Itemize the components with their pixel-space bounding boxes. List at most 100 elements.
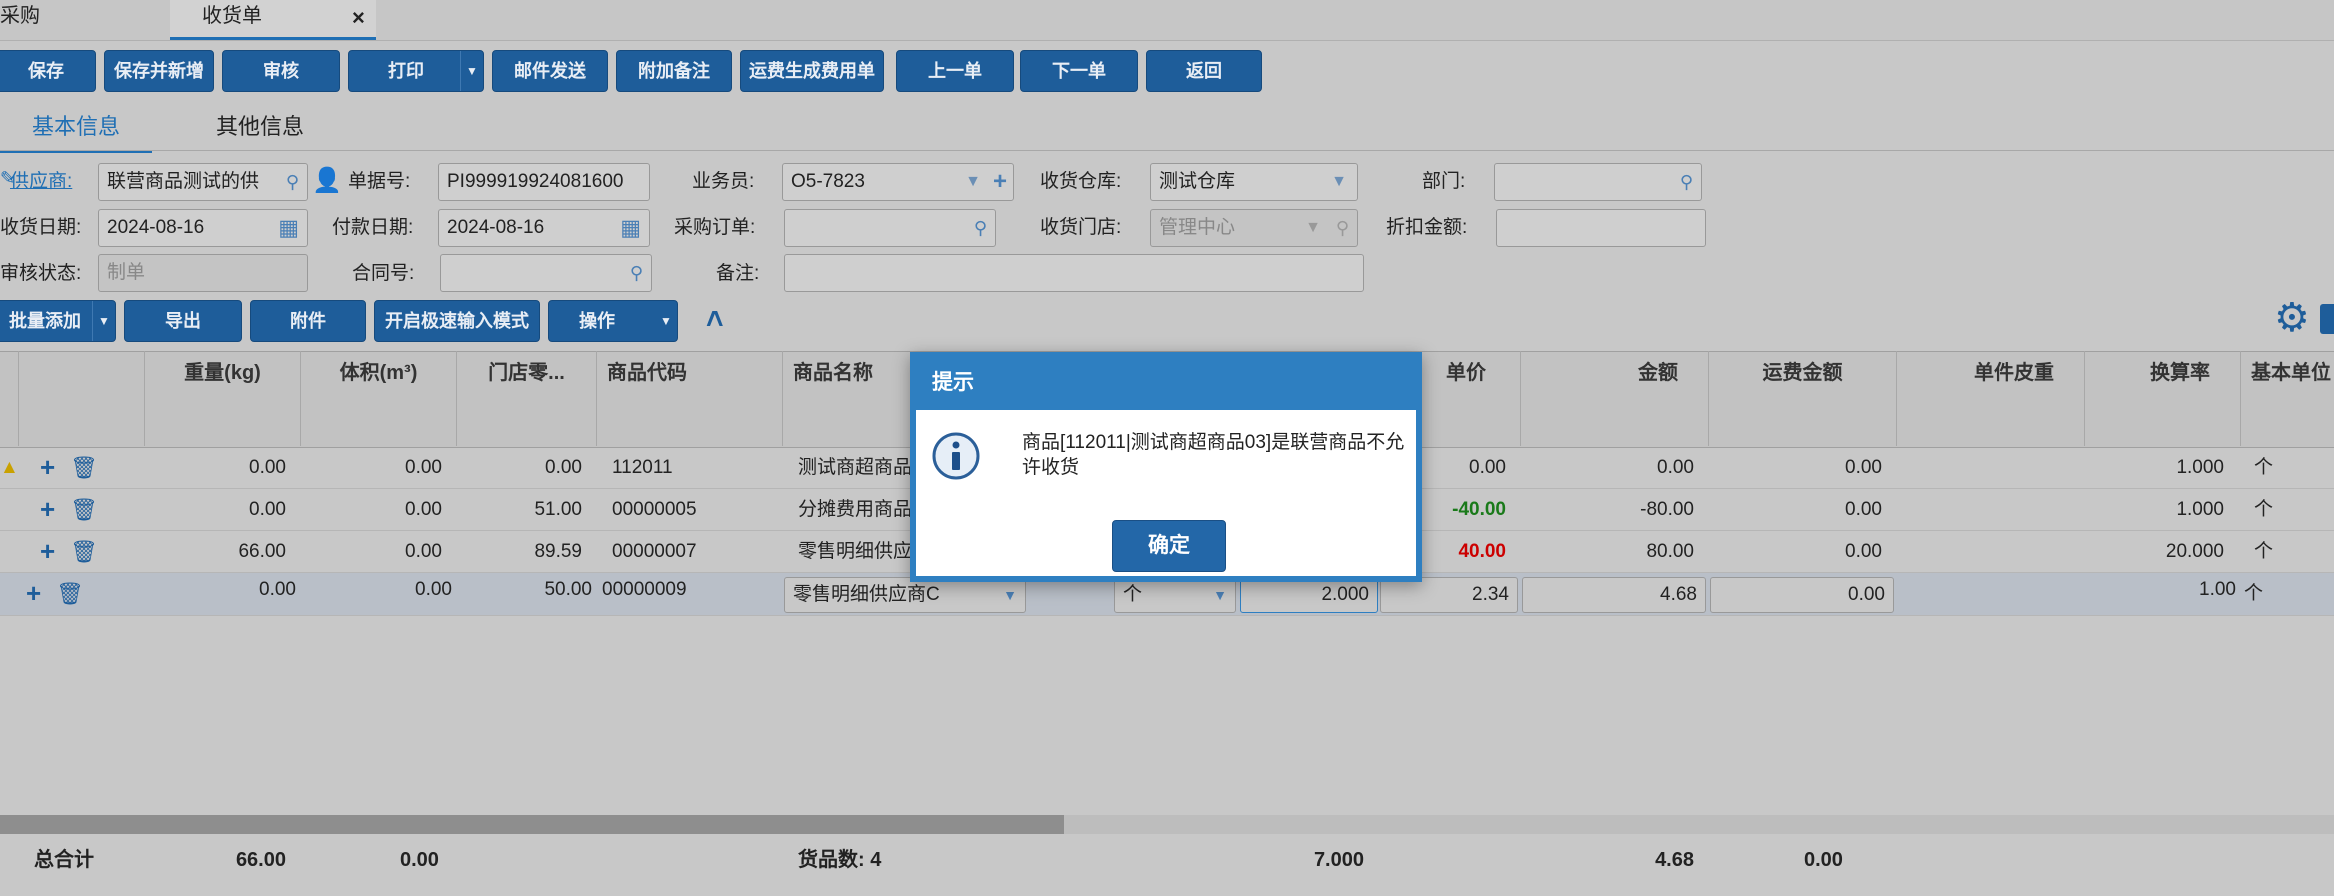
supplier-select[interactable]: 零售明细供应商C ▼ xyxy=(784,577,1026,613)
cell-amount: 80.00 xyxy=(1646,541,1694,562)
save-new-button[interactable]: 保存并新增 xyxy=(104,50,214,92)
gear-icon[interactable]: ⚙ xyxy=(2274,296,2310,340)
supplier-input[interactable]: 联营商品测试的供 ⚲ xyxy=(98,163,308,201)
attachment-button[interactable]: 附件 xyxy=(250,300,366,342)
freight-input[interactable]: 0.00 xyxy=(1710,577,1894,613)
column-price[interactable]: 单价 xyxy=(1422,351,1520,446)
warehouse-select[interactable]: 测试仓库 ▼ xyxy=(1150,163,1358,201)
prev-button[interactable]: 上一单 xyxy=(896,50,1014,92)
cell-volume[interactable]: 0.00 xyxy=(300,573,452,607)
unit-select[interactable]: 个 ▼ xyxy=(1114,577,1236,613)
price-input[interactable]: 2.34 xyxy=(1380,577,1518,613)
cell-store-retail: 51.00 xyxy=(534,499,582,520)
next-button[interactable]: 下一单 xyxy=(1020,50,1138,92)
attach-note-button[interactable]: 附加备注 xyxy=(616,50,732,92)
amount-input[interactable]: 4.68 xyxy=(1522,577,1706,613)
tab-purchase-label: 采购 xyxy=(0,5,40,27)
column-unit[interactable]: 基本单位 xyxy=(2240,351,2334,446)
qty-input[interactable]: 2.000 xyxy=(1240,577,1378,613)
po-input[interactable]: ⚲ xyxy=(784,209,996,247)
cell-freight: 0.00 xyxy=(1845,541,1882,562)
add-row-icon[interactable]: + xyxy=(40,447,55,488)
collapse-up-icon[interactable]: ˄ xyxy=(706,300,724,340)
column-tare[interactable]: 单件皮重 xyxy=(1896,351,2084,446)
store-label: 收货门店: xyxy=(1040,217,1122,238)
cell-code: 00000007 xyxy=(612,541,697,562)
export-button[interactable]: 导出 xyxy=(124,300,242,342)
tab-receipt[interactable]: 收货单 × xyxy=(170,0,376,40)
doc-no-input[interactable]: PI999919924081600 xyxy=(438,163,650,201)
supplier-label[interactable]: 供应商: xyxy=(10,164,72,200)
batch-add-button[interactable]: 批量添加 ▼ xyxy=(0,300,116,342)
cell-store-retail[interactable]: 50.00 xyxy=(456,573,592,607)
dept-input[interactable]: ⚲ xyxy=(1494,163,1702,201)
cell-weight[interactable]: 0.00 xyxy=(150,573,296,607)
freight-fee-button[interactable]: 运费生成费用单 xyxy=(740,50,884,92)
horizontal-scrollbar-thumb[interactable] xyxy=(0,815,1064,834)
fast-input-button[interactable]: 开启极速输入模式 xyxy=(374,300,540,342)
back-button[interactable]: 返回 xyxy=(1146,50,1262,92)
column-name[interactable]: 商品名称 xyxy=(782,351,910,446)
doc-no-label: 单据号: xyxy=(348,171,411,192)
operate-label: 操作 xyxy=(579,311,615,331)
chevron-down-icon[interactable]: ▼ xyxy=(1305,210,1321,246)
chevron-down-icon[interactable]: ▼ xyxy=(1003,578,1017,612)
tab-basic-info[interactable]: 基本信息 xyxy=(0,110,152,153)
search-icon[interactable]: ⚲ xyxy=(630,255,643,291)
column-weight[interactable]: 重量(kg) xyxy=(144,351,300,446)
discount-label: 折扣金额: xyxy=(1386,217,1468,238)
calendar-icon[interactable]: ▦ xyxy=(620,210,641,246)
search-icon[interactable]: ⚲ xyxy=(1336,210,1349,246)
chevron-down-icon[interactable]: ▼ xyxy=(460,51,483,91)
search-icon[interactable]: ⚲ xyxy=(974,210,987,246)
column-code[interactable]: 商品代码 xyxy=(596,351,782,446)
column-freight[interactable]: 运费金额 xyxy=(1708,351,1896,446)
add-icon[interactable]: + xyxy=(993,164,1007,200)
salesman-input[interactable]: O5-7823 ▼ + xyxy=(782,163,1014,201)
recv-date-input[interactable]: 2024-08-16 ▦ xyxy=(98,209,308,247)
add-user-icon[interactable]: 👤 xyxy=(312,166,342,195)
add-row-icon[interactable]: + xyxy=(40,489,55,530)
export-edge-icon[interactable] xyxy=(2320,304,2334,334)
trash-icon[interactable]: 🗑 xyxy=(70,531,98,572)
email-button[interactable]: 邮件发送 xyxy=(492,50,608,92)
calendar-icon[interactable]: ▦ xyxy=(278,210,299,246)
ok-button[interactable]: 确定 xyxy=(1112,520,1226,572)
audit-status-input: 制单 xyxy=(98,254,308,292)
close-icon[interactable]: × xyxy=(352,2,365,34)
pay-date-input[interactable]: 2024-08-16 ▦ xyxy=(438,209,650,247)
add-row-icon[interactable]: + xyxy=(40,531,55,572)
dialog-title: 提示 xyxy=(916,358,1416,410)
cell-rate[interactable]: 1.00 xyxy=(2084,573,2236,607)
discount-input[interactable] xyxy=(1496,209,1706,247)
chevron-down-icon[interactable]: ▼ xyxy=(655,301,677,341)
tab-purchase[interactable]: 采购 xyxy=(0,0,60,40)
recv-date-label: 收货日期: xyxy=(0,217,82,238)
chevron-down-icon[interactable]: ▼ xyxy=(1331,164,1347,200)
search-icon[interactable]: ⚲ xyxy=(1680,164,1693,200)
search-icon[interactable]: ⚲ xyxy=(286,164,299,200)
contract-input[interactable]: ⚲ xyxy=(440,254,652,292)
column-rate[interactable]: 换算率 xyxy=(2084,351,2240,446)
add-row-icon[interactable]: + xyxy=(26,573,41,614)
trash-icon[interactable]: 🗑 xyxy=(70,447,98,488)
totals-qty: 7.000 xyxy=(1313,849,1364,871)
column-amount[interactable]: 金额 xyxy=(1520,351,1708,446)
cell-code[interactable]: 00000009 xyxy=(602,573,772,607)
store-select[interactable]: 管理中心 ▼ ⚲ xyxy=(1150,209,1358,247)
remark-input[interactable] xyxy=(784,254,1364,292)
column-store-retail[interactable]: 门店零... xyxy=(456,351,596,446)
trash-icon[interactable]: 🗑 xyxy=(56,573,84,614)
chevron-down-icon[interactable]: ▼ xyxy=(965,164,981,200)
audit-button[interactable]: 审核 xyxy=(222,50,340,92)
chevron-down-icon[interactable]: ▼ xyxy=(1213,578,1227,612)
chevron-down-icon[interactable]: ▼ xyxy=(92,301,115,341)
tab-other-info[interactable]: 其他信息 xyxy=(216,110,336,150)
column-volume[interactable]: 体积(m³) xyxy=(300,351,456,446)
warehouse-label: 收货仓库: xyxy=(1040,171,1122,192)
print-button[interactable]: 打印 ▼ xyxy=(348,50,484,92)
operate-button[interactable]: 操作 ▼ xyxy=(548,300,678,342)
trash-icon[interactable]: 🗑 xyxy=(70,489,98,530)
cell-rate: 20.000 xyxy=(2165,541,2224,562)
save-button[interactable]: 保存 xyxy=(0,50,96,92)
